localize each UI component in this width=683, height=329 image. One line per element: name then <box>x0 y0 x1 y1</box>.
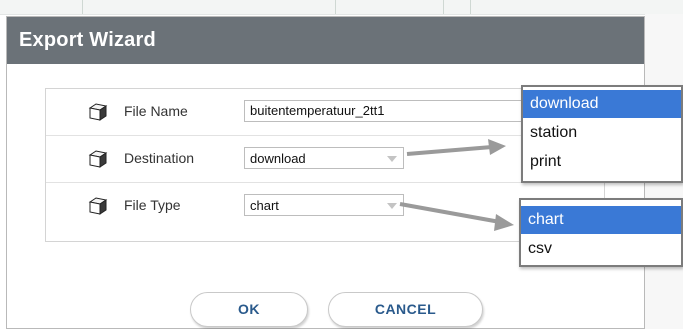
background-divider <box>335 0 336 14</box>
file-type-label: File Type <box>124 197 181 213</box>
destination-option-print[interactable]: print <box>523 148 681 176</box>
destination-label: Destination <box>124 150 195 166</box>
destination-option-download[interactable]: download <box>523 90 681 118</box>
destination-dropdown: download station print <box>521 85 683 183</box>
background-divider <box>82 0 83 14</box>
dialog-header: Export Wizard <box>7 17 644 64</box>
destination-select[interactable]: download <box>244 147 404 169</box>
cube-icon <box>88 197 108 215</box>
cancel-button[interactable]: CANCEL <box>328 292 483 327</box>
chevron-down-icon <box>387 203 397 209</box>
chevron-down-icon <box>387 156 397 162</box>
file-type-select-value: chart <box>250 198 279 213</box>
cube-icon <box>88 150 108 168</box>
file-type-dropdown: chart csv <box>519 198 683 267</box>
background-toolbar <box>0 0 683 15</box>
background-divider <box>443 0 444 14</box>
dialog-title: Export Wizard <box>19 29 156 51</box>
file-type-option-chart[interactable]: chart <box>521 206 681 234</box>
destination-select-value: download <box>250 151 306 166</box>
destination-option-station[interactable]: station <box>523 119 681 147</box>
ok-button[interactable]: OK <box>190 292 308 327</box>
background-divider <box>470 0 471 14</box>
file-name-label: File Name <box>124 103 188 119</box>
file-type-select[interactable]: chart <box>244 194 404 216</box>
cube-icon <box>88 103 108 121</box>
file-name-input[interactable]: buitentemperatuur_2tt1 <box>244 100 534 122</box>
file-type-option-csv[interactable]: csv <box>521 235 681 263</box>
